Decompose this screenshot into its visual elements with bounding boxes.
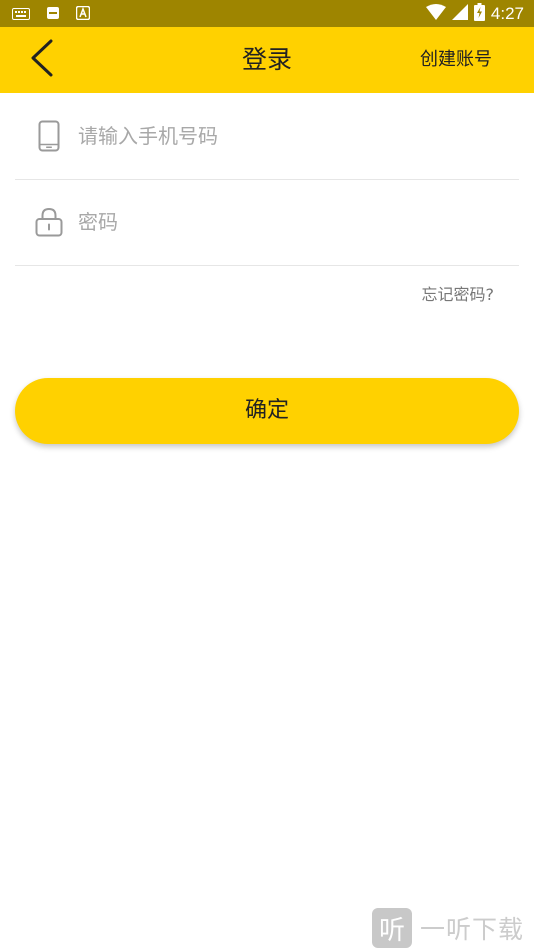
phone-input[interactable] xyxy=(78,115,498,157)
battery-charging-icon xyxy=(473,2,485,25)
password-input[interactable] xyxy=(78,201,498,243)
cell-signal-icon xyxy=(451,3,468,24)
phone-row xyxy=(15,93,519,180)
status-bar: 4:27 xyxy=(0,0,534,27)
lock-icon xyxy=(35,205,63,239)
create-account-button[interactable]: 创建账号 xyxy=(420,27,492,93)
watermark-logo: 听 xyxy=(372,908,412,948)
watermark-text: 一听下载 xyxy=(420,915,525,944)
back-button[interactable] xyxy=(20,39,64,81)
a-badge-icon xyxy=(75,5,91,24)
forgot-password-link[interactable]: 忘记密码? xyxy=(422,281,495,305)
status-notification-icons xyxy=(12,5,91,24)
password-row xyxy=(15,179,519,266)
status-system-icons: 4:27 xyxy=(425,2,524,25)
phone-icon xyxy=(35,119,63,153)
keyboard-icon xyxy=(12,5,30,24)
login-screen: 4:27 登录 创建账号 请输入手机号码 忘记密码? 确定 听 一听下载 xyxy=(0,0,534,950)
sd-card-icon xyxy=(46,5,60,24)
watermark: 听 一听下载 xyxy=(372,906,532,950)
status-time: 4:27 xyxy=(490,4,524,23)
confirm-button[interactable]: 确定 xyxy=(15,378,519,444)
chevron-left-icon xyxy=(29,39,55,81)
app-bar: 登录 创建账号 xyxy=(0,27,534,93)
wifi-icon xyxy=(425,3,446,24)
